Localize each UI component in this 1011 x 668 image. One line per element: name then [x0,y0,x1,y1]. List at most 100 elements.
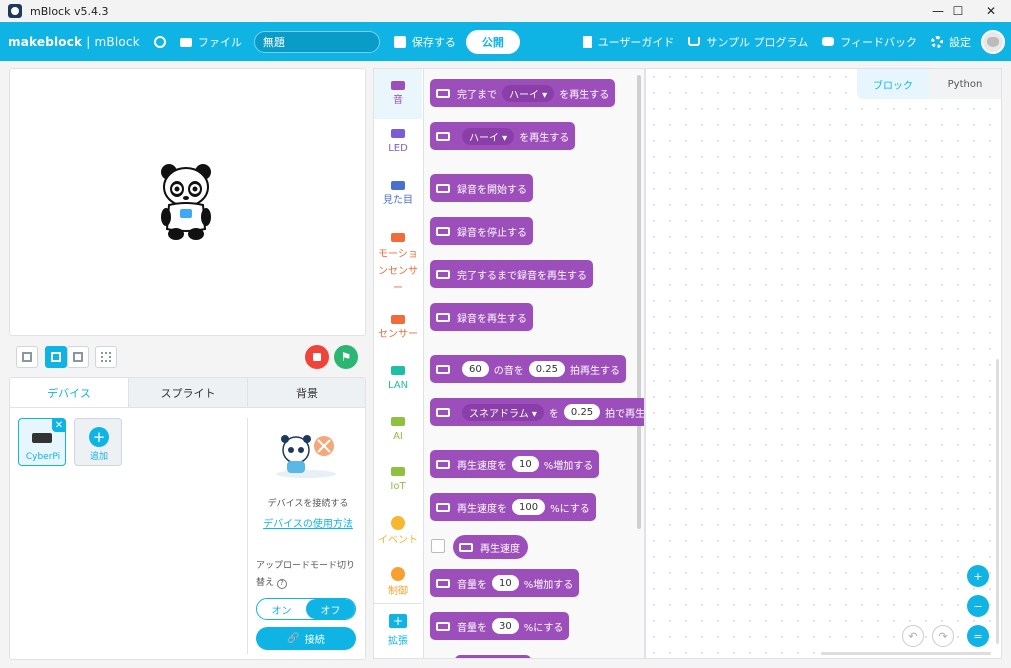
upload-mode-label: アップロードモード切り替え ? [256,558,362,592]
block-play-until-done[interactable]: 完了まで ハーイ ▾ を再生する [430,79,616,107]
category-lan[interactable]: LAN [374,366,422,393]
category-events[interactable]: イベント [374,516,422,548]
panda-sprite[interactable] [160,163,212,241]
category-control[interactable]: 制御 [374,567,422,599]
zoom-reset-icon[interactable]: = [967,625,989,647]
device-usage-link[interactable]: デバイスの使用方法 [250,515,365,530]
grid-view-button[interactable] [95,346,117,368]
speed-input[interactable]: 100 [512,499,546,515]
help-icon[interactable]: ? [276,578,287,589]
save-button[interactable]: 保存する [393,34,456,50]
note-input[interactable]: 60 [462,361,489,377]
block-text: 音量を [457,622,487,634]
drum-dropdown[interactable]: スネアドラム ▾ [462,403,544,421]
category-led[interactable]: LED [374,129,422,156]
panel-divider [247,418,248,654]
save-label: 保存する [411,35,456,49]
toggle-off-option[interactable]: オフ [306,599,355,619]
sample-programs-label: サンプル プログラム [706,35,809,49]
category-iot[interactable]: IoT [374,467,422,494]
sound-dropdown[interactable]: ハーイ ▾ [462,127,515,145]
speed-input[interactable]: 10 [512,456,539,472]
block-start-recording[interactable]: 録音を開始する [430,174,533,202]
add-device-button[interactable]: + 追加 [74,418,122,466]
block-speed-reporter[interactable]: 再生速度 [453,535,528,559]
volume-input[interactable]: 30 [492,618,519,634]
block-play-sound[interactable]: ハーイ ▾ を再生する [430,122,576,150]
volume-input[interactable]: 10 [492,575,519,591]
tab-background[interactable]: 背景 [248,378,365,407]
upload-mode-toggle[interactable]: オン オフ [256,598,356,620]
beats-input[interactable]: 0.25 [528,361,565,377]
speed-reporter-checkbox[interactable] [431,539,445,553]
close-button[interactable]: ✕ [971,0,1011,22]
category-motion-sensor[interactable]: モーションセンサー [374,233,422,297]
large-stage-button[interactable] [45,346,67,368]
block-text: 再生速度を [457,460,507,472]
script-workspace[interactable]: ブロック Python ↶ ↷ + − = [645,68,1002,659]
avatar[interactable] [981,29,1005,54]
connect-button[interactable]: 🔗 接続 [256,627,356,650]
iot-icon [391,467,405,476]
project-name-input[interactable]: 無題 [253,30,380,53]
block-increase-volume[interactable]: 音量を 10 %増加する [430,569,580,597]
tab-devices[interactable]: デバイス [10,378,129,407]
category-sensor[interactable]: センサー [374,315,422,342]
block-text: 録音を再生する [457,313,527,325]
zoom-in-icon[interactable]: + [967,565,989,587]
stop-button[interactable] [305,345,329,369]
publish-button[interactable]: 公開 [465,29,520,54]
block-increase-speed[interactable]: 再生速度を 10 %増加する [430,450,600,478]
file-menu[interactable]: ファイル [179,34,242,50]
category-label: 音 [393,95,403,106]
small-stage-button[interactable] [67,346,89,368]
block-play-recording-until-done[interactable]: 完了するまで録音を再生する [430,260,593,288]
block-play-note[interactable]: 60 の音を 0.25 拍再生する [430,355,626,383]
stage[interactable] [9,68,366,336]
category-label: センサー [378,329,418,340]
tab-python[interactable]: Python [929,69,1001,99]
fullscreen-button[interactable] [16,346,38,368]
category-label: 見た目 [383,195,413,206]
extension-label: 拡張 [388,636,408,647]
palette-scrollbar[interactable] [637,75,641,529]
remove-device-icon[interactable]: ✕ [52,418,66,432]
horizontal-scrollbar[interactable] [821,652,991,655]
block-text: %増加する [523,579,574,591]
language-button[interactable] [153,35,172,48]
device-card-cyberpi[interactable]: CyberPi ✕ [18,418,66,466]
category-looks[interactable]: 見た目 [374,181,422,208]
gear-icon [931,35,943,48]
zoom-out-icon[interactable]: − [967,595,989,617]
feedback-link[interactable]: フィードバック [822,34,917,50]
block-text: 拍再生する [570,365,620,377]
tab-sprites[interactable]: スプライト [129,378,248,407]
block-partial[interactable] [455,655,531,658]
settings-menu[interactable]: 設定 [931,34,971,50]
cyberpi-block-icon [436,312,450,322]
sample-programs-link[interactable]: サンプル プログラム [688,34,808,50]
block-play-drum[interactable]: スネアドラム ▾ を 0.25 拍で再生 [430,398,644,426]
category-label: AI [393,431,403,442]
block-set-volume[interactable]: 音量を 30 %にする [430,612,570,640]
redo-icon[interactable]: ↷ [932,625,954,647]
toggle-on-option[interactable]: オン [257,599,306,619]
category-sound[interactable]: 音 [374,69,422,119]
block-text: を再生する [519,132,570,144]
sound-dropdown[interactable]: ハーイ ▾ [502,84,555,102]
green-flag-button[interactable]: ⚑ [334,345,358,369]
extension-button[interactable]: + 拡張 [374,603,422,659]
category-ai[interactable]: AI [374,417,422,444]
brand-logo: makeblock | mBlock [8,35,140,49]
block-play-recording[interactable]: 録音を再生する [430,303,533,331]
beats-input[interactable]: 0.25 [563,404,601,420]
chat-icon [822,37,835,46]
vertical-scrollbar[interactable] [996,359,999,644]
block-text: 音量を [457,579,487,591]
block-set-speed[interactable]: 再生速度を 100 %にする [430,493,596,521]
user-guide-link[interactable]: ユーザーガイド [582,34,674,50]
category-label: LAN [387,380,409,391]
tab-blocks[interactable]: ブロック [857,69,929,99]
undo-icon[interactable]: ↶ [902,625,924,647]
block-stop-recording[interactable]: 録音を停止する [430,217,533,245]
